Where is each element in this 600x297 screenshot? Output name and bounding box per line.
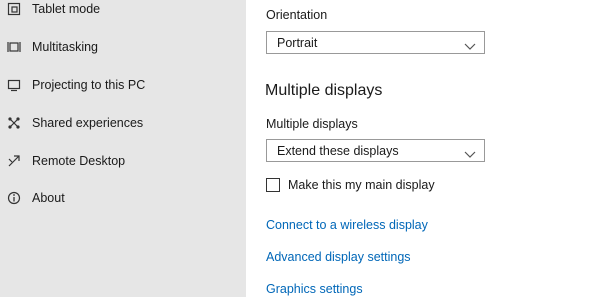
multiple-displays-value: Extend these displays: [277, 143, 399, 158]
projecting-icon: [6, 77, 22, 93]
multiple-displays-dropdown[interactable]: Extend these displays: [266, 139, 485, 162]
sidebar-item-label: Remote Desktop: [32, 154, 126, 168]
sidebar-item-label: Projecting to this PC: [32, 78, 146, 92]
orientation-dropdown[interactable]: Portrait: [266, 31, 485, 54]
sidebar-item-label: About: [32, 191, 65, 205]
main-panel: Orientation Portrait Multiple displays M…: [246, 0, 600, 297]
main-display-checkbox-label: Make this my main display: [288, 178, 435, 192]
shared-experiences-icon: [6, 115, 22, 131]
sidebar-item-projecting[interactable]: Projecting to this PC: [0, 69, 246, 101]
sidebar-item-label: Tablet mode: [32, 2, 101, 16]
sidebar: Tablet mode Multitasking Projecting to t…: [0, 0, 246, 297]
graphics-settings-link[interactable]: Graphics settings: [266, 282, 363, 296]
sidebar-item-label: Multitasking: [32, 40, 98, 54]
multitasking-icon: [6, 39, 22, 55]
main-display-checkbox[interactable]: [266, 178, 280, 192]
sidebar-item-about[interactable]: About: [0, 182, 246, 214]
sidebar-item-remote-desktop[interactable]: Remote Desktop: [0, 145, 246, 177]
sidebar-item-shared-experiences[interactable]: Shared experiences: [0, 107, 246, 139]
tablet-mode-icon: [6, 1, 22, 17]
info-icon: [6, 190, 22, 206]
chevron-down-icon: [464, 38, 476, 50]
connect-wireless-display-link[interactable]: Connect to a wireless display: [266, 218, 428, 232]
remote-desktop-icon: [6, 153, 22, 169]
orientation-value: Portrait: [277, 35, 318, 50]
chevron-down-icon: [464, 146, 476, 158]
main-display-checkbox-row[interactable]: Make this my main display: [266, 178, 435, 192]
advanced-display-settings-link[interactable]: Advanced display settings: [266, 250, 411, 264]
sidebar-item-multitasking[interactable]: Multitasking: [0, 31, 246, 63]
sidebar-item-tablet-mode[interactable]: Tablet mode: [0, 0, 246, 25]
sidebar-item-label: Shared experiences: [32, 116, 144, 130]
orientation-label: Orientation: [266, 8, 328, 22]
section-title-multiple-displays: Multiple displays: [265, 82, 383, 99]
multiple-displays-label: Multiple displays: [266, 117, 358, 131]
